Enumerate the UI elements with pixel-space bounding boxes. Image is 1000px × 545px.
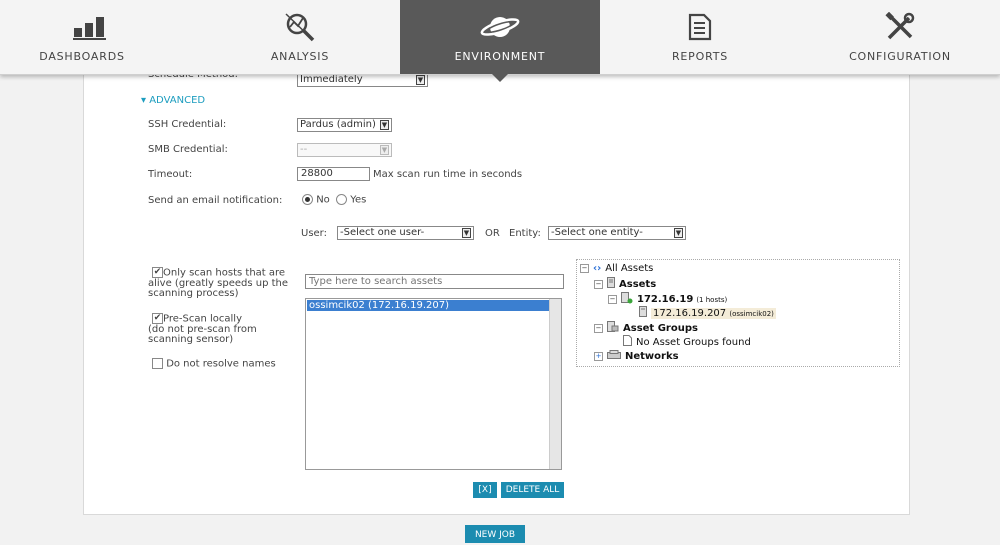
user-select[interactable]: -Select one user- ▼ — [337, 226, 474, 240]
entity-label: Entity: — [509, 228, 541, 239]
tree-host-name: (ossimcik02) — [729, 309, 774, 318]
nav-label: CONFIGURATION — [849, 50, 951, 63]
asset-search-input[interactable] — [305, 274, 564, 289]
ssh-credential-value: Pardus (admin) — [300, 119, 376, 130]
tools-icon — [885, 12, 915, 42]
entity-select[interactable]: -Select one entity- ▼ — [548, 226, 686, 240]
only-scan-line1: Only scan hosts that are — [163, 267, 286, 279]
only-scan-line2: alive (greatly speeds up the — [148, 277, 289, 289]
tree-subnet-label: 172.16.19 — [637, 294, 694, 305]
dropdown-arrow-icon: ▼ — [462, 228, 471, 238]
tree-root[interactable]: − ‹› All Assets — [580, 263, 653, 274]
prescan-checkbox[interactable]: ✔ — [152, 313, 163, 324]
scan-job-panel: Schedule Method: Immediately ▼ ▾ ADVANCE… — [83, 60, 910, 515]
tree-networks[interactable]: + Networks — [594, 350, 679, 363]
or-label: OR — [485, 228, 500, 239]
advanced-label: ADVANCED — [149, 95, 206, 106]
tree-no-groups: No Asset Groups found — [623, 335, 751, 349]
main-navigation: DASHBOARDS ANALYSIS ENVIRONMENT REPORTS … — [0, 0, 1000, 82]
radio-no[interactable] — [302, 194, 313, 205]
tree-subnet-count: (1 hosts) — [696, 295, 728, 304]
tree-assets-label: Assets — [619, 278, 657, 290]
asset-tree: − ‹› All Assets − Assets − 172.16.19 (1 … — [576, 259, 900, 367]
dropdown-arrow-icon: ▼ — [380, 145, 389, 155]
tree-host[interactable]: 172.16.19.207 (ossimcik02) — [639, 306, 776, 320]
network-group-icon — [621, 292, 633, 307]
email-yes-option[interactable]: Yes — [336, 194, 366, 206]
prescan-line1: Pre-Scan locally — [163, 313, 242, 325]
timeout-hint: Max scan run time in seconds — [373, 169, 523, 180]
network-icon — [607, 350, 621, 363]
tree-no-groups-label: No Asset Groups found — [636, 336, 751, 348]
user-value: -Select one user- — [340, 227, 425, 238]
triangle-down-icon: ▾ — [141, 95, 147, 106]
entity-value: -Select one entity- — [551, 227, 643, 238]
no-resolve-label: Do not resolve names — [166, 358, 276, 370]
nav-dashboards[interactable]: DASHBOARDS — [0, 0, 200, 74]
list-item[interactable]: ossimcik02 (172.16.19.207) — [307, 300, 551, 311]
bar-chart-icon — [73, 12, 107, 42]
only-scan-alive-option[interactable]: ✔ Only scan hosts that are alive (greatly… — [148, 267, 288, 299]
tree-subnet[interactable]: − 172.16.19 (1 hosts) — [608, 292, 727, 307]
document-icon — [623, 335, 632, 349]
email-no-option[interactable]: No — [302, 194, 330, 206]
tree-asset-groups-label: Asset Groups — [623, 322, 698, 334]
prescan-line3: scanning sensor) — [148, 333, 234, 345]
collapse-icon[interactable]: − — [580, 264, 589, 273]
tree-host-ip: 172.16.19.207 — [653, 307, 727, 319]
nav-configuration[interactable]: CONFIGURATION — [800, 0, 1000, 74]
smb-credential-select: -- ▼ — [297, 143, 392, 157]
no-resolve-checkbox[interactable] — [152, 358, 163, 369]
smb-credential-label: SMB Credential: — [148, 144, 228, 155]
server-icon — [607, 277, 615, 291]
tree-root-label: All Assets — [605, 263, 654, 274]
nav-reports[interactable]: REPORTS — [600, 0, 800, 74]
email-yes-label: Yes — [350, 194, 367, 206]
schedule-method-value: Immediately — [300, 74, 363, 85]
expand-icon[interactable]: + — [594, 352, 603, 361]
magnifier-icon — [284, 12, 316, 42]
tree-networks-label: Networks — [625, 351, 679, 362]
nav-environment[interactable]: ENVIRONMENT — [400, 0, 600, 82]
delete-all-button[interactable]: DELETE ALL — [501, 482, 564, 498]
prescan-line2: (do not pre-scan from — [148, 323, 257, 335]
selected-assets-list[interactable]: ossimcik02 (172.16.19.207) — [305, 298, 562, 470]
nav-label: ENVIRONMENT — [454, 50, 546, 63]
scrollbar[interactable] — [549, 299, 561, 469]
code-brackets-icon: ‹› — [593, 263, 602, 274]
email-no-label: No — [316, 194, 330, 206]
report-doc-icon — [688, 12, 712, 42]
planet-icon — [480, 12, 520, 42]
smb-credential-value: -- — [300, 144, 308, 155]
advanced-toggle[interactable]: ▾ ADVANCED — [141, 95, 205, 106]
dropdown-arrow-icon: ▼ — [380, 120, 389, 130]
tree-assets[interactable]: − Assets — [594, 277, 656, 291]
radio-yes[interactable] — [336, 194, 347, 205]
group-icon — [607, 321, 619, 335]
timeout-input[interactable]: 28800 — [297, 167, 370, 181]
nav-label: ANALYSIS — [270, 50, 330, 63]
server-icon — [639, 306, 647, 320]
timeout-label: Timeout: — [148, 169, 193, 180]
new-job-button[interactable]: NEW JOB — [465, 525, 525, 543]
nav-label: DASHBOARDS — [39, 50, 125, 63]
collapse-icon[interactable]: − — [594, 279, 603, 289]
user-label: User: — [301, 228, 327, 239]
remove-selected-button[interactable]: [X] — [473, 482, 497, 498]
ssh-credential-label: SSH Credential: — [148, 119, 227, 130]
dropdown-arrow-icon: ▼ — [674, 228, 683, 238]
only-scan-line3: scanning process) — [148, 287, 239, 299]
nav-analysis[interactable]: ANALYSIS — [200, 0, 400, 74]
dropdown-arrow-icon: ▼ — [416, 75, 425, 85]
nav-label: REPORTS — [671, 50, 729, 63]
tree-asset-groups[interactable]: − Asset Groups — [594, 321, 698, 335]
email-notification-label: Send an email notification: — [148, 195, 283, 206]
only-scan-alive-checkbox[interactable]: ✔ — [152, 267, 163, 278]
ssh-credential-select[interactable]: Pardus (admin) ▼ — [297, 118, 392, 132]
collapse-icon[interactable]: − — [594, 323, 603, 333]
collapse-icon[interactable]: − — [608, 295, 617, 304]
prescan-option[interactable]: ✔ Pre-Scan locally (do not pre-scan from … — [148, 313, 257, 345]
schedule-method-select[interactable]: Immediately ▼ — [297, 73, 428, 87]
no-resolve-option[interactable]: Do not resolve names — [152, 358, 276, 370]
